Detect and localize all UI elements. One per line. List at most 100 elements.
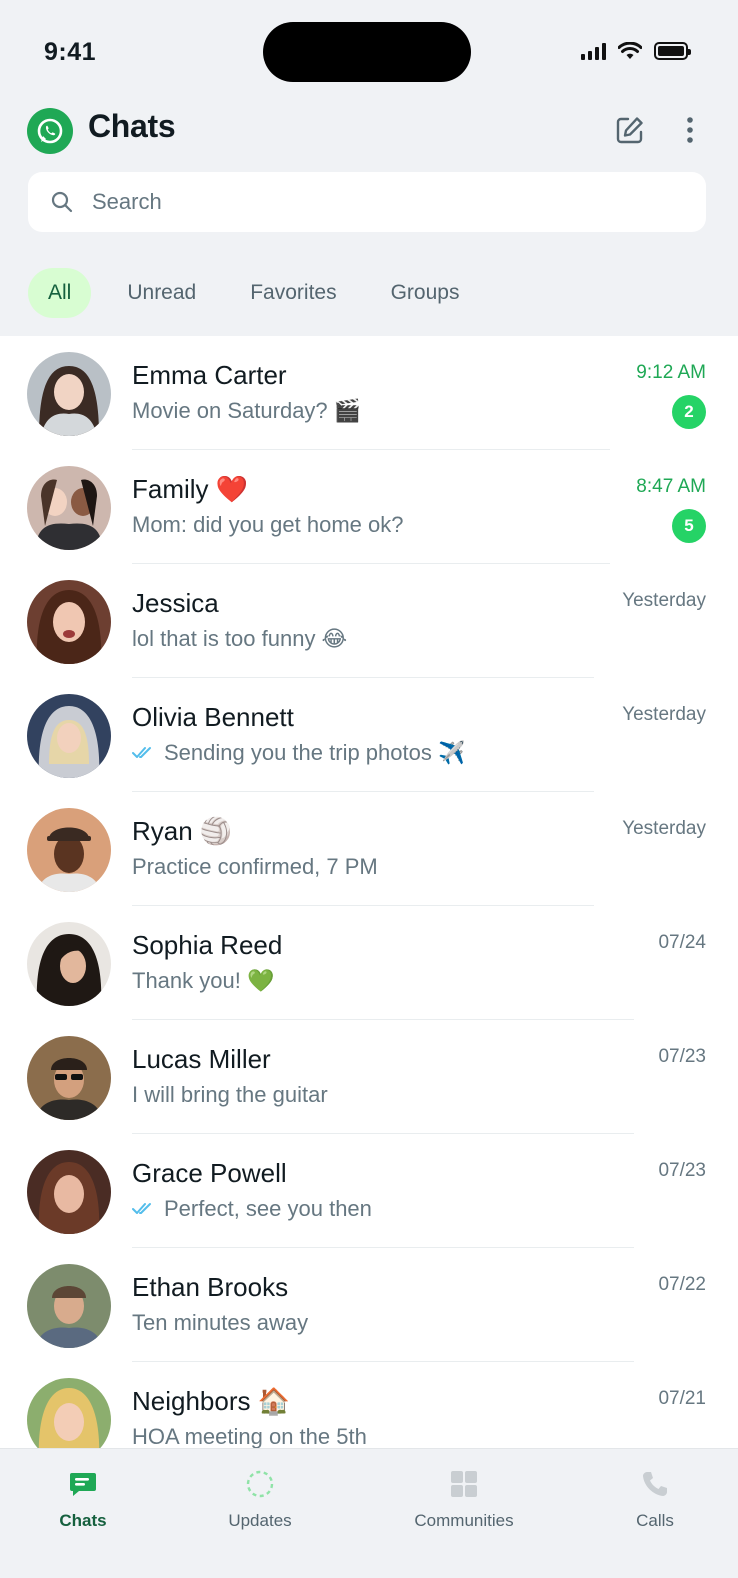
chat-time: 07/23: [658, 1046, 706, 1067]
chat-time: 07/21: [658, 1388, 706, 1409]
nav-label-calls: Calls: [636, 1511, 674, 1530]
chat-name: Jessica: [132, 588, 219, 618]
page-title: Chats: [88, 108, 176, 144]
search-input[interactable]: [92, 189, 652, 215]
search-icon: [51, 191, 73, 213]
chat-row[interactable]: Olivia Bennett Sending you the trip phot…: [0, 678, 738, 792]
avatar[interactable]: [27, 1150, 111, 1234]
chat-preview: Thank you! 💚: [132, 968, 274, 994]
chat-preview-text: Practice confirmed, 7 PM: [132, 854, 378, 879]
chats-screen: 9:41 Chats Search All Unread Favorites G…: [0, 0, 738, 1578]
chat-preview: Movie on Saturday? 🎬: [132, 398, 361, 424]
status-time: 9:41: [44, 38, 97, 66]
chat-preview-text: Ten minutes away: [132, 1310, 309, 1335]
chat-preview-text: Mom: did you get home ok?: [132, 512, 404, 537]
whatsapp-logo-icon: [27, 108, 73, 154]
chat-time: Yesterday: [622, 818, 706, 839]
chat-row[interactable]: Family ❤️ Mom: did you get home ok? 8:47…: [0, 450, 738, 564]
chat-name: Family ❤️: [132, 474, 249, 504]
chat-time: 07/22: [658, 1274, 706, 1295]
chat-preview: HOA meeting on the 5th: [132, 1424, 367, 1448]
chat-bubble-icon: [66, 1467, 100, 1501]
nav-tab-calls[interactable]: Calls: [626, 1467, 684, 1531]
filter-chip-groups[interactable]: Groups: [373, 268, 478, 318]
dynamic-island: [263, 22, 471, 82]
chat-preview: lol that is too funny 😂: [132, 626, 347, 652]
chat-list: Emma Carter Movie on Saturday? 🎬 9:12 AM…: [0, 336, 738, 1448]
compose-icon: [616, 117, 643, 144]
nav-label-chats: Chats: [59, 1511, 107, 1530]
filter-chip-all[interactable]: All: [28, 268, 92, 318]
avatar[interactable]: [27, 580, 111, 664]
phone-icon: [638, 1467, 672, 1501]
nav-tab-updates[interactable]: Updates: [214, 1467, 306, 1531]
new-chat-button[interactable]: [612, 112, 648, 148]
chat-name: Ryan 🏐: [132, 816, 233, 846]
chat-name: Grace Powell: [132, 1158, 287, 1188]
chat-name: Olivia Bennett: [132, 702, 294, 732]
chat-row[interactable]: Neighbors 🏠 HOA meeting on the 5th 07/21: [0, 1362, 738, 1448]
avatar[interactable]: [27, 1378, 111, 1448]
chat-preview: Practice confirmed, 7 PM: [132, 854, 378, 880]
read-receipt-icon: [132, 1203, 151, 1214]
status-bar: 9:41: [0, 0, 738, 100]
nav-tab-chats[interactable]: Chats: [52, 1467, 114, 1531]
chat-time: 07/23: [658, 1160, 706, 1181]
read-receipt-icon: [132, 747, 151, 758]
avatar[interactable]: [27, 466, 111, 550]
chat-preview: Ten minutes away: [132, 1310, 308, 1336]
communities-grid-icon: [447, 1467, 481, 1501]
chat-preview: Mom: did you get home ok?: [132, 512, 403, 538]
chat-preview-text: Sending you the trip photos ✈️: [164, 740, 466, 765]
nav-tab-communities[interactable]: Communities: [404, 1467, 524, 1531]
chat-row[interactable]: Lucas Miller I will bring the guitar 07/…: [0, 1020, 738, 1134]
chat-preview-text: lol that is too funny 😂: [132, 626, 348, 651]
avatar[interactable]: [27, 1264, 111, 1348]
chat-name: Neighbors 🏠: [132, 1386, 291, 1416]
avatar[interactable]: [27, 808, 111, 892]
avatar[interactable]: [27, 922, 111, 1006]
chat-time: Yesterday: [622, 704, 706, 725]
chat-preview: I will bring the guitar: [132, 1082, 328, 1108]
chat-preview: Perfect, see you then: [132, 1196, 372, 1222]
bottom-nav: Chats Updates Communities Calls: [0, 1448, 738, 1578]
chat-time: 07/24: [658, 932, 706, 953]
more-vertical-icon: [687, 117, 693, 143]
unread-count-badge: 2: [672, 395, 706, 429]
chat-row[interactable]: Sophia Reed Thank you! 💚 07/24: [0, 906, 738, 1020]
chat-preview-text: Movie on Saturday? 🎬: [132, 398, 362, 423]
filter-chip-unread[interactable]: Unread: [109, 268, 214, 318]
chat-name: Ethan Brooks: [132, 1272, 289, 1302]
more-options-button[interactable]: [676, 112, 704, 148]
nav-label-communities: Communities: [414, 1511, 514, 1530]
nav-label-updates: Updates: [228, 1511, 292, 1530]
avatar[interactable]: [27, 1036, 111, 1120]
chat-name: Lucas Miller: [132, 1044, 271, 1074]
filter-chip-favorites[interactable]: Favorites: [232, 268, 354, 318]
chat-time: 8:47 AM: [636, 476, 706, 497]
chat-preview: Sending you the trip photos ✈️: [132, 740, 465, 766]
battery-icon: [654, 42, 691, 60]
chat-preview-text: Perfect, see you then: [164, 1196, 372, 1221]
chat-row[interactable]: Grace Powell Perfect, see you then 07/23: [0, 1134, 738, 1248]
chat-preview-text: I will bring the guitar: [132, 1082, 328, 1107]
status-ring-icon: [243, 1467, 277, 1501]
header: Chats: [0, 100, 738, 164]
chat-preview-text: Thank you! 💚: [132, 968, 275, 993]
wifi-icon: [618, 42, 642, 59]
chat-name: Emma Carter: [132, 360, 287, 390]
avatar[interactable]: [27, 352, 111, 436]
search-bar[interactable]: [28, 172, 706, 232]
unread-count-badge: 5: [672, 509, 706, 543]
status-icons: [581, 42, 691, 60]
chat-time: Yesterday: [622, 590, 706, 611]
chat-preview-text: HOA meeting on the 5th: [132, 1424, 367, 1448]
chat-row[interactable]: Jessica lol that is too funny 😂 Yesterda…: [0, 564, 738, 678]
cellular-signal-icon: [581, 42, 606, 60]
chat-row[interactable]: Ethan Brooks Ten minutes away 07/22: [0, 1248, 738, 1362]
chat-row[interactable]: Ryan 🏐 Practice confirmed, 7 PM Yesterda…: [0, 792, 738, 906]
chat-row[interactable]: Emma Carter Movie on Saturday? 🎬 9:12 AM…: [0, 336, 738, 450]
filter-chips: All Unread Favorites Groups: [28, 268, 495, 318]
chat-name: Sophia Reed: [132, 930, 283, 960]
avatar[interactable]: [27, 694, 111, 778]
